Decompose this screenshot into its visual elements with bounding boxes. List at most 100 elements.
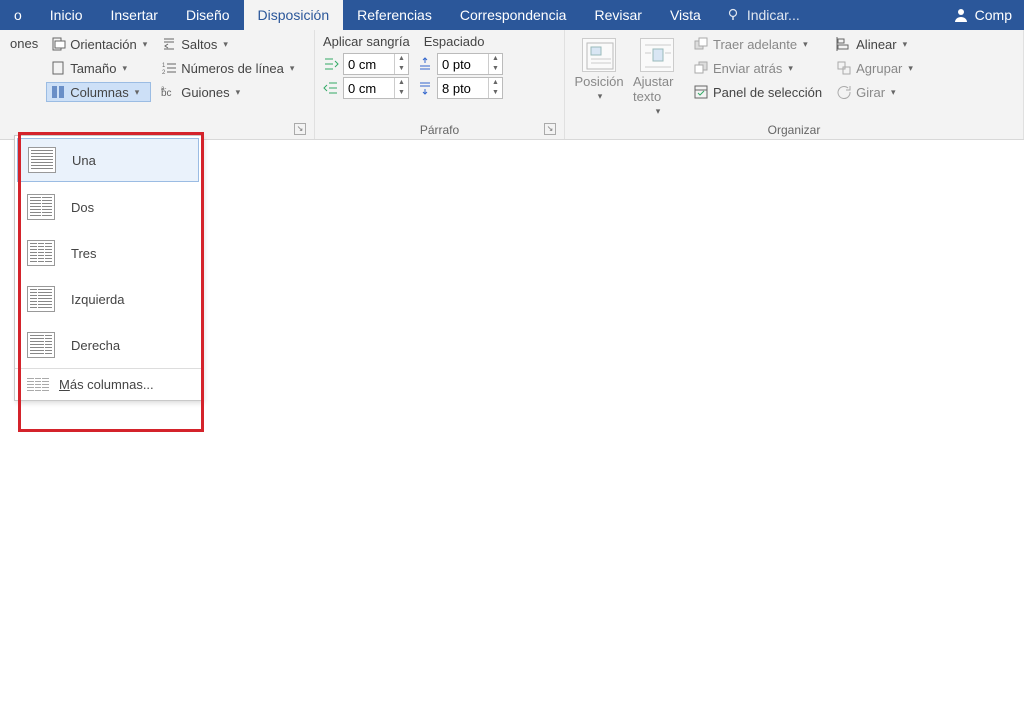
position-label: Posición bbox=[574, 74, 623, 89]
tab-disposicion[interactable]: Disposición bbox=[244, 0, 344, 30]
bring-forward-button[interactable]: Traer adelante▾ bbox=[689, 34, 826, 54]
columns-option-more[interactable]: Más columnas... bbox=[15, 369, 201, 400]
group-page-setup: ones Orientación ▾ Tamaño▾ Columnas ▾ bbox=[0, 30, 315, 139]
bring-forward-label: Traer adelante bbox=[713, 37, 797, 52]
caret-icon: ▾ bbox=[135, 87, 140, 98]
line-numbers-icon: 12 bbox=[161, 60, 177, 76]
tab-referencias[interactable]: Referencias bbox=[343, 0, 446, 30]
two-column-icon bbox=[27, 194, 55, 220]
spacing-header: Espaciado bbox=[424, 34, 485, 51]
columns-option-una[interactable]: Una bbox=[17, 138, 199, 182]
indent-header: Aplicar sangría bbox=[323, 34, 410, 51]
tab-inicio[interactable]: Inicio bbox=[36, 0, 97, 30]
hyphenation-button[interactable]: bca- Guiones▾ bbox=[157, 82, 298, 102]
columns-icon bbox=[50, 84, 66, 100]
orientation-label: Orientación bbox=[70, 37, 136, 52]
tab-vista[interactable]: Vista bbox=[656, 0, 715, 30]
indent-right-icon bbox=[323, 80, 339, 96]
dialog-launcher-icon[interactable]: ↘ bbox=[544, 123, 556, 135]
breaks-label: Saltos bbox=[181, 37, 217, 52]
breaks-button[interactable]: Saltos ▾ bbox=[157, 34, 298, 54]
size-button[interactable]: Tamaño▾ bbox=[46, 58, 151, 78]
lightbulb-icon bbox=[725, 7, 741, 23]
line-numbers-label: Números de línea bbox=[181, 61, 284, 76]
group-label-arrange: Organizar bbox=[573, 121, 1015, 137]
indent-right-input[interactable]: ▲▼ bbox=[343, 77, 409, 99]
wrap-text-icon bbox=[640, 38, 674, 72]
size-icon bbox=[50, 60, 66, 76]
caret-icon: ▾ bbox=[223, 39, 228, 50]
columns-option-dos[interactable]: Dos bbox=[15, 184, 201, 230]
space-before-input[interactable]: ▲▼ bbox=[437, 53, 503, 75]
person-icon bbox=[953, 7, 969, 23]
group-button[interactable]: Agrupar ▾ bbox=[832, 58, 917, 78]
align-button[interactable]: Alinear▾ bbox=[832, 34, 917, 54]
space-after-icon bbox=[417, 80, 433, 96]
tabbar-spacer bbox=[810, 0, 941, 30]
columns-option-tres[interactable]: Tres bbox=[15, 230, 201, 276]
line-numbers-button[interactable]: 12 Números de línea ▾ bbox=[157, 58, 298, 78]
hyphenation-icon: bca- bbox=[161, 84, 177, 100]
margins-fragment: ones bbox=[8, 34, 40, 53]
caret-icon: ▾ bbox=[908, 63, 913, 74]
group-label: Agrupar bbox=[856, 61, 902, 76]
ribbon: ones Orientación ▾ Tamaño▾ Columnas ▾ bbox=[0, 30, 1024, 140]
right-column-icon bbox=[27, 332, 55, 358]
tellme-search[interactable]: Indicar... bbox=[715, 0, 810, 30]
breaks-icon bbox=[161, 36, 177, 52]
caret-icon: ▾ bbox=[656, 106, 661, 117]
caret-icon: ▾ bbox=[122, 63, 127, 74]
tab-diseno[interactable]: Diseño bbox=[172, 0, 244, 30]
wrap-text-label: Ajustar texto bbox=[633, 74, 681, 104]
share-button[interactable]: Comp bbox=[941, 0, 1024, 30]
tab-revisar[interactable]: Revisar bbox=[580, 0, 655, 30]
option-label: Izquierda bbox=[71, 292, 124, 307]
send-backward-button[interactable]: Enviar atrás ▾ bbox=[689, 58, 826, 78]
indent-left-icon bbox=[323, 56, 339, 72]
columns-option-izquierda[interactable]: Izquierda bbox=[15, 276, 201, 322]
option-label: Derecha bbox=[71, 338, 120, 353]
indent-left-input[interactable]: ▲▼ bbox=[343, 53, 409, 75]
tab-correspondencia[interactable]: Correspondencia bbox=[446, 0, 581, 30]
caret-icon: ▾ bbox=[143, 39, 148, 50]
one-column-icon bbox=[28, 147, 56, 173]
option-label: Tres bbox=[71, 246, 97, 261]
caret-icon: ▾ bbox=[236, 87, 241, 98]
tellme-label: Indicar... bbox=[747, 7, 800, 23]
svg-text:2: 2 bbox=[162, 70, 166, 76]
ribbon-tabbar: o Inicio Insertar Diseño Disposición Ref… bbox=[0, 0, 1024, 30]
columns-option-derecha[interactable]: Derecha bbox=[15, 322, 201, 368]
left-column-icon bbox=[27, 286, 55, 312]
selection-pane-button[interactable]: Panel de selección bbox=[689, 82, 826, 102]
space-before-icon bbox=[417, 56, 433, 72]
caret-icon: ▾ bbox=[788, 63, 793, 74]
bring-forward-icon bbox=[693, 36, 709, 52]
tab-insertar[interactable]: Insertar bbox=[96, 0, 171, 30]
align-label: Alinear bbox=[856, 37, 896, 52]
wrap-text-button[interactable]: Ajustar texto ▾ bbox=[631, 34, 683, 121]
caret-icon: ▾ bbox=[598, 91, 603, 102]
columns-dropdown: Una Dos Tres Izquierda Derecha Más colum… bbox=[14, 135, 202, 401]
svg-text:1: 1 bbox=[162, 63, 166, 69]
group-arrange: Posición▾ Ajustar texto▾ Traer adelante▾… bbox=[565, 30, 1024, 139]
send-backward-label: Enviar atrás bbox=[713, 61, 782, 76]
position-button[interactable]: Posición ▾ bbox=[573, 34, 625, 121]
align-icon bbox=[836, 36, 852, 52]
dialog-launcher-icon[interactable]: ↘ bbox=[294, 123, 306, 135]
caret-icon: ▾ bbox=[290, 63, 295, 74]
three-column-icon bbox=[27, 240, 55, 266]
tab-fragment[interactable]: o bbox=[0, 0, 36, 30]
rotate-icon bbox=[836, 84, 852, 100]
selection-pane-label: Panel de selección bbox=[713, 85, 822, 100]
group-label-paragraph: Párrafo ↘ bbox=[323, 121, 556, 137]
caret-icon: ▾ bbox=[891, 87, 896, 98]
more-columns-label: Más columnas... bbox=[59, 377, 154, 392]
orientation-button[interactable]: Orientación ▾ bbox=[46, 34, 151, 54]
group-paragraph: Aplicar sangría Espaciado ▲▼ ▲▼ ▲▼ bbox=[315, 30, 565, 139]
space-after-input[interactable]: ▲▼ bbox=[437, 77, 503, 99]
group-icon bbox=[836, 60, 852, 76]
selection-pane-icon bbox=[693, 84, 709, 100]
columns-button[interactable]: Columnas ▾ bbox=[46, 82, 151, 102]
rotate-button[interactable]: Girar▾ bbox=[832, 82, 917, 102]
columns-label: Columnas bbox=[70, 85, 129, 100]
